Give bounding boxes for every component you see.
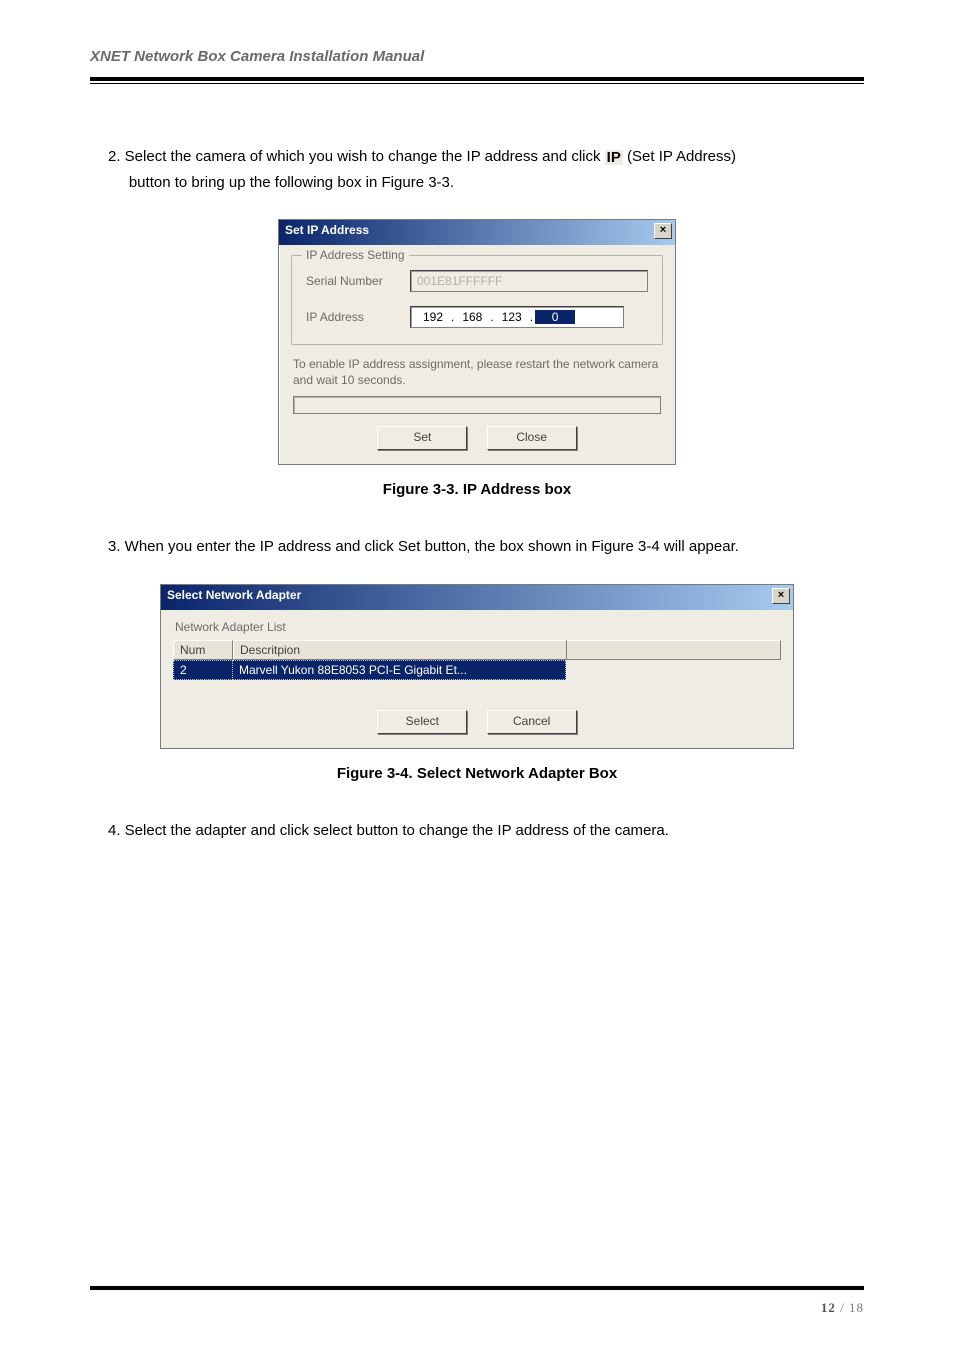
dot: .	[490, 310, 493, 324]
row-description: Marvell Yukon 88E8053 PCI-E Gigabit Et..…	[233, 660, 566, 680]
step-2-text: 2. Select the camera of which you wish t…	[108, 144, 864, 195]
dialog-titlebar: Set IP Address ×	[279, 220, 675, 245]
serial-number-field: 001E81FFFFFF	[410, 270, 648, 292]
progress-bar	[293, 396, 661, 414]
step-4-text: 4. Select the adapter and click select b…	[108, 818, 864, 844]
cancel-button[interactable]: Cancel	[487, 710, 577, 734]
adapter-list-header: Num Descritpion	[173, 640, 781, 660]
figure-3-4-caption: Figure 3-4. Select Network Adapter Box	[90, 765, 864, 782]
page-current: 12	[821, 1300, 836, 1315]
footer-rule	[90, 1286, 864, 1294]
figure-3-3-caption: Figure 3-3. IP Address box	[90, 481, 864, 498]
dot: .	[530, 310, 533, 324]
ip-icon: IP	[605, 150, 623, 165]
restart-note: To enable IP address assignment, please …	[293, 357, 661, 388]
ip-octet-3[interactable]: 123	[496, 310, 528, 324]
step2-line2: button to bring up the following box in …	[129, 174, 454, 191]
select-button[interactable]: Select	[377, 710, 467, 734]
group-legend: IP Address Setting	[302, 248, 409, 262]
step2-prefix: 2. Select the camera of which you wish t…	[108, 148, 605, 165]
dialog-titlebar: Select Network Adapter ×	[161, 585, 793, 610]
adapter-list-label: Network Adapter List	[175, 620, 781, 634]
manual-header: XNET Network Box Camera Installation Man…	[90, 48, 864, 65]
select-network-adapter-dialog: Select Network Adapter × Network Adapter…	[160, 584, 794, 749]
row-num: 2	[173, 660, 233, 680]
header-rule	[90, 77, 864, 84]
page-total: 18	[849, 1300, 864, 1315]
adapter-list-row[interactable]: 2 Marvell Yukon 88E8053 PCI-E Gigabit Et…	[173, 660, 781, 680]
col-spacer	[567, 640, 781, 660]
ip-address-label: IP Address	[306, 310, 410, 324]
serial-number-label: Serial Number	[306, 274, 410, 288]
dialog-title: Set IP Address	[285, 223, 369, 237]
col-num[interactable]: Num	[173, 640, 233, 660]
close-icon[interactable]: ×	[772, 588, 790, 604]
row-spacer	[566, 660, 781, 680]
dialog-title: Select Network Adapter	[167, 588, 301, 602]
close-button[interactable]: Close	[487, 426, 577, 450]
step2-suffix1: (Set IP Address)	[627, 148, 736, 165]
col-description[interactable]: Descritpion	[233, 640, 567, 660]
ip-octet-2[interactable]: 168	[456, 310, 488, 324]
ip-octet-4[interactable]: 0	[535, 310, 575, 324]
set-button[interactable]: Set	[377, 426, 467, 450]
ip-address-setting-group: IP Address Setting Serial Number 001E81F…	[291, 255, 663, 345]
dot: .	[451, 310, 454, 324]
ip-octet-1[interactable]: 192	[417, 310, 449, 324]
page-sep: /	[836, 1300, 849, 1315]
ip-address-field[interactable]: 192 . 168 . 123 . 0	[410, 306, 624, 328]
step-3-text: 3. When you enter the IP address and cli…	[108, 534, 864, 560]
close-icon[interactable]: ×	[654, 223, 672, 239]
page-number: 12 / 18	[90, 1300, 864, 1316]
set-ip-address-dialog: Set IP Address × IP Address Setting Seri…	[278, 219, 676, 465]
